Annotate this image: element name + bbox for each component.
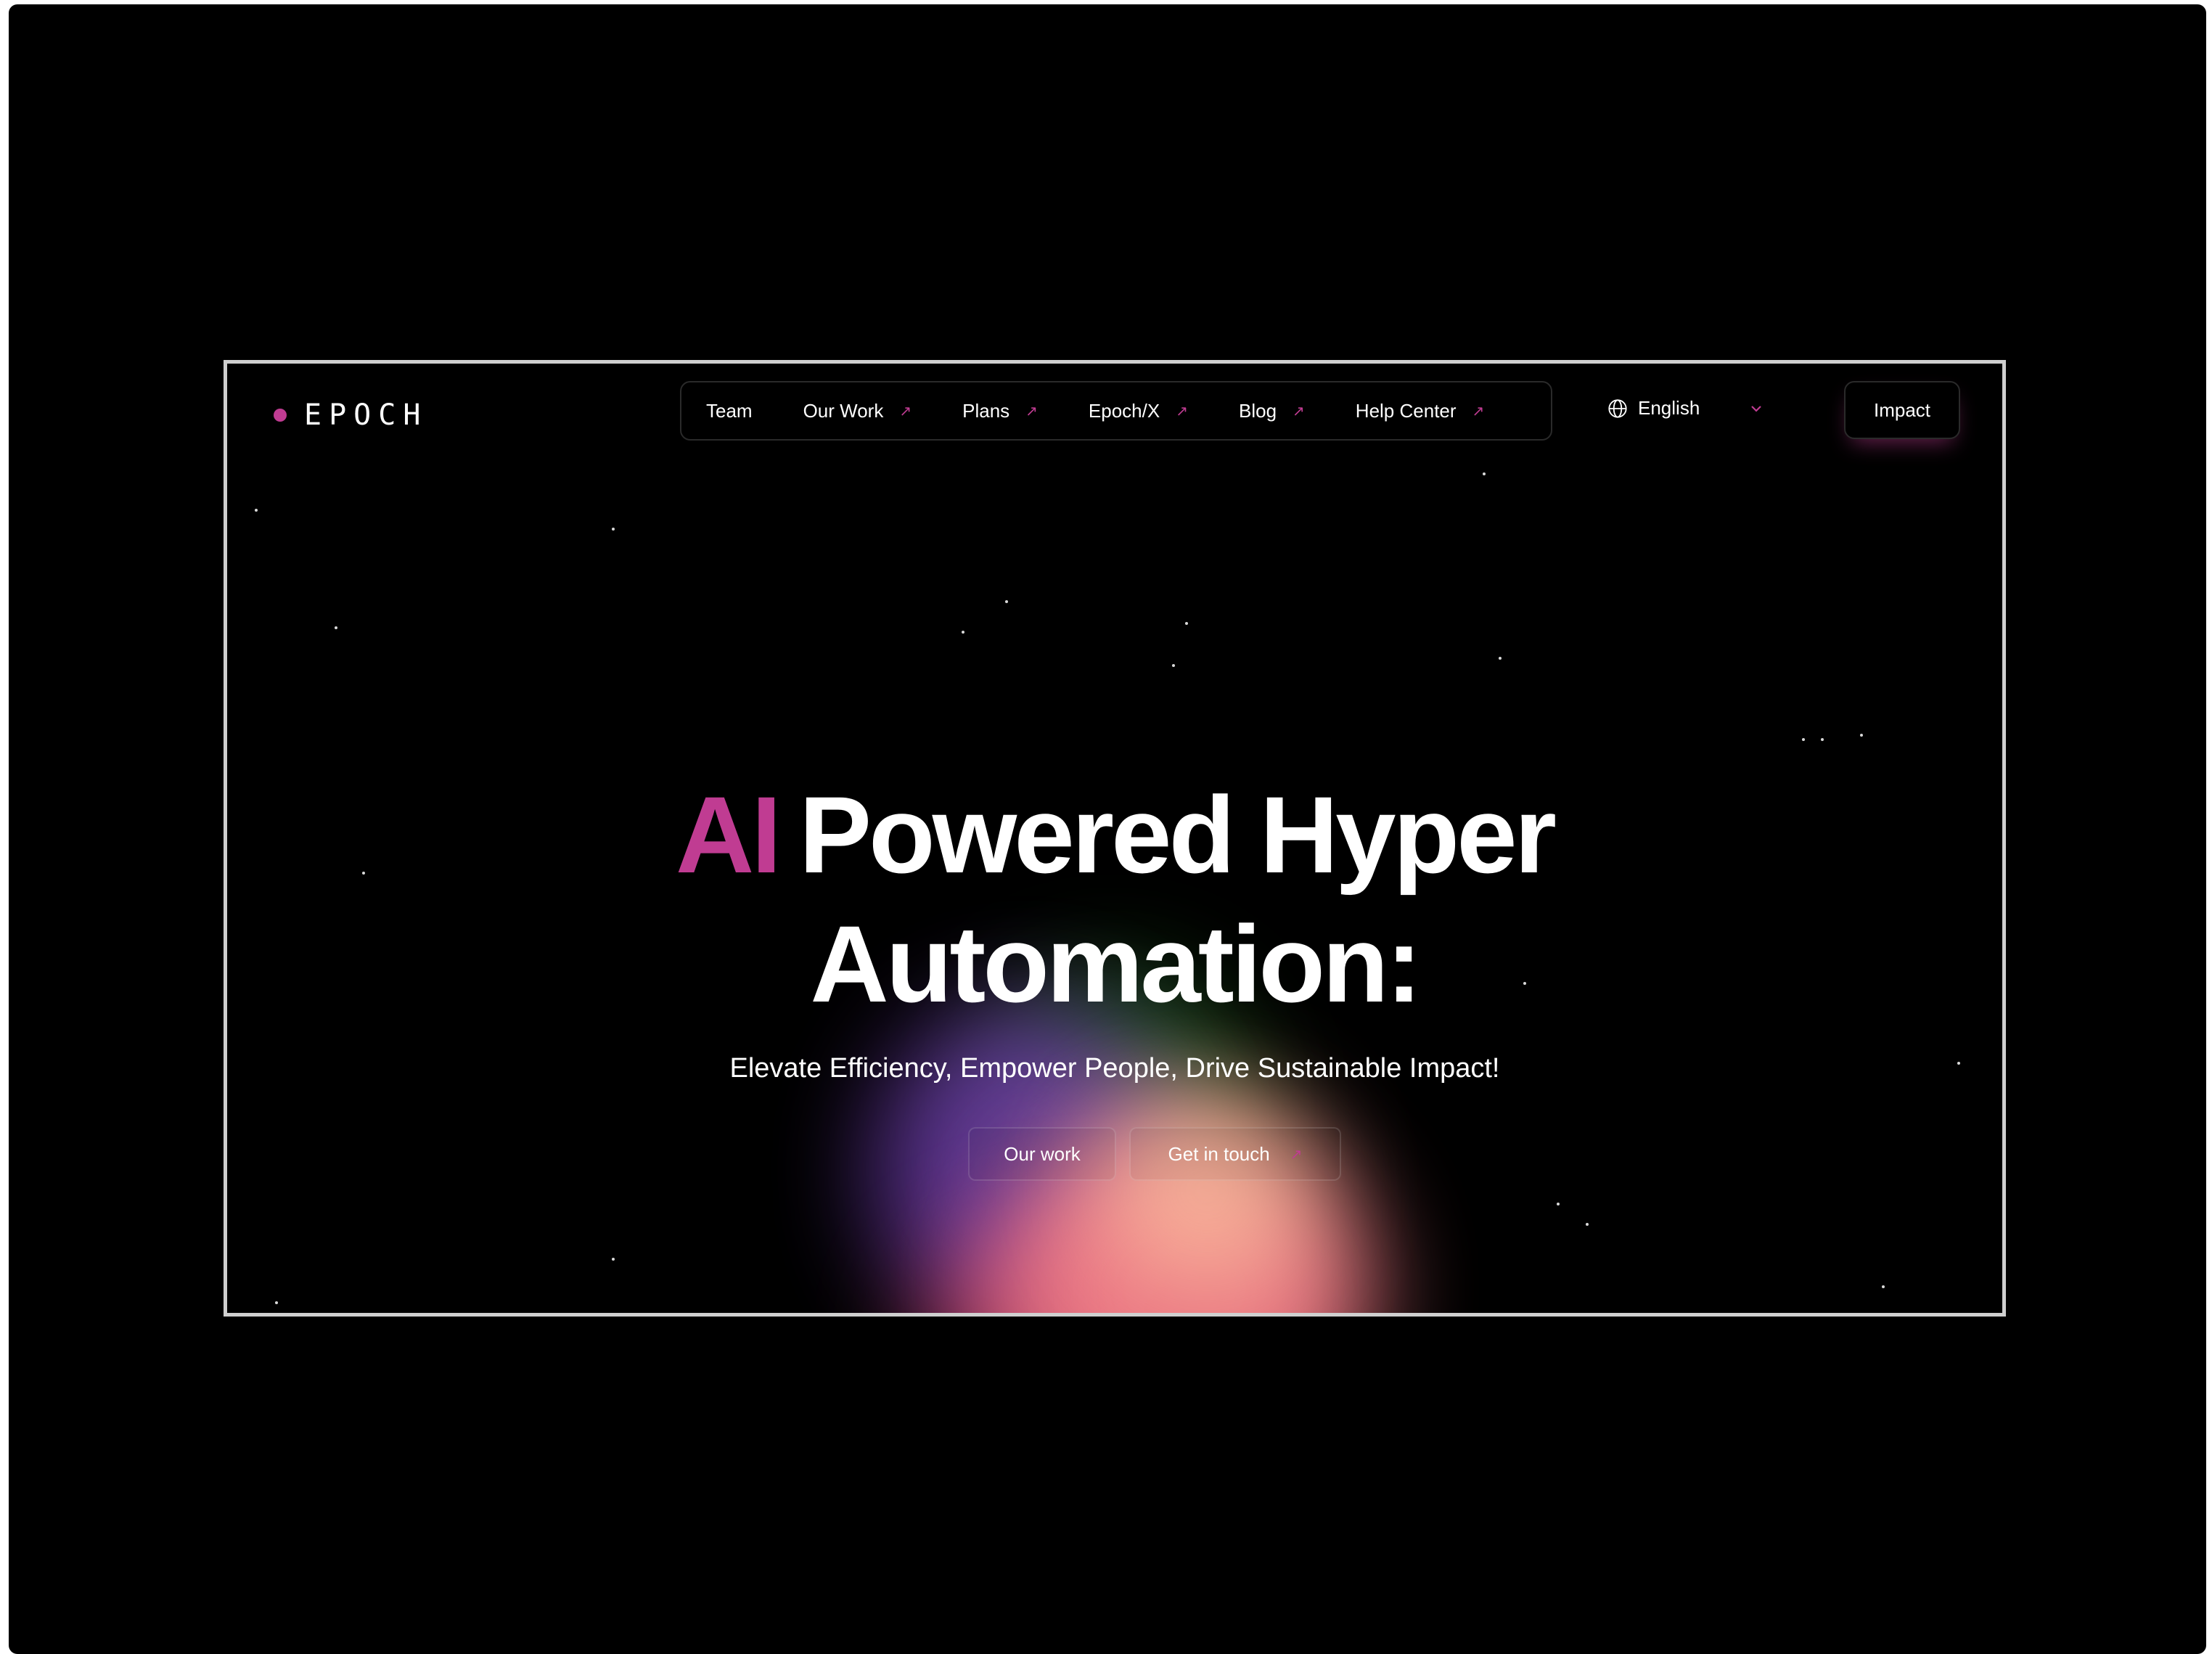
headline-line1: Powered Hyper	[798, 774, 1557, 896]
star	[275, 1301, 278, 1304]
our-work-button[interactable]: Our work	[968, 1127, 1116, 1181]
language-selector[interactable]: English	[1607, 397, 1765, 419]
nav-item-label: Epoch/X	[1088, 399, 1160, 422]
our-work-label: Our work	[1004, 1142, 1081, 1165]
arrow-up-right-icon: ↗	[1176, 403, 1188, 419]
screen-background: EPOCH Team Our Work ↗ Plans ↗ Epoch/X ↗ …	[9, 4, 2206, 1654]
headline-line2: Automation:	[810, 903, 1422, 1025]
nav-item-help-center[interactable]: Help Center ↗	[1356, 400, 1485, 422]
get-in-touch-label: Get in touch	[1168, 1142, 1270, 1165]
nav-item-blog[interactable]: Blog ↗	[1239, 400, 1305, 422]
star	[1499, 657, 1502, 660]
star	[1860, 734, 1863, 737]
gradient-orb-peach	[1098, 1089, 1316, 1293]
star	[612, 1258, 615, 1261]
impact-button[interactable]: Impact	[1844, 381, 1960, 439]
star	[1005, 600, 1008, 603]
logo-text: EPOCH	[304, 398, 428, 432]
logo[interactable]: EPOCH	[274, 398, 427, 432]
star	[1557, 1203, 1560, 1205]
star	[962, 631, 964, 634]
star	[255, 509, 258, 512]
nav-item-label: Our Work	[803, 399, 884, 422]
get-in-touch-button[interactable]: Get in touch ↗	[1129, 1127, 1341, 1181]
hero-cta-row: Our work Get in touch ↗	[227, 1127, 2002, 1181]
arrow-up-right-icon: ↗	[1293, 403, 1305, 419]
star	[1821, 738, 1824, 741]
headline-highlight: AI	[675, 774, 782, 896]
star	[1586, 1223, 1589, 1226]
star	[1882, 1285, 1885, 1288]
nav-item-epoch-x[interactable]: Epoch/X ↗	[1089, 400, 1188, 422]
arrow-up-right-icon: ↗	[1290, 1146, 1303, 1163]
hero-headline: AI Powered Hyper Automation:	[227, 770, 2002, 1028]
nav-item-plans[interactable]: Plans ↗	[962, 400, 1038, 422]
website-frame: EPOCH Team Our Work ↗ Plans ↗ Epoch/X ↗ …	[224, 360, 2006, 1317]
star	[1802, 738, 1805, 741]
hero-section: AI Powered Hyper Automation: Elevate Effi…	[227, 770, 2002, 1084]
nav-item-team[interactable]: Team	[706, 400, 753, 422]
nav-item-label: Team	[706, 399, 753, 422]
logo-dot-icon	[274, 409, 287, 422]
arrow-up-right-icon: ↗	[899, 403, 912, 419]
main-nav: Team Our Work ↗ Plans ↗ Epoch/X ↗ Blog ↗…	[680, 381, 1552, 441]
star	[1185, 622, 1188, 625]
star	[1172, 664, 1175, 667]
hero-subtitle: Elevate Efficiency, Empower People, Driv…	[729, 1053, 1500, 1084]
language-label: English	[1638, 397, 1700, 419]
chevron-down-icon	[1751, 405, 1762, 412]
star	[612, 528, 615, 531]
arrow-up-right-icon: ↗	[1025, 403, 1038, 419]
star	[335, 626, 337, 629]
nav-item-label: Plans	[962, 399, 1010, 422]
nav-item-label: Blog	[1238, 399, 1277, 422]
arrow-up-right-icon: ↗	[1472, 403, 1485, 419]
nav-item-our-work[interactable]: Our Work ↗	[803, 400, 912, 422]
globe-icon	[1608, 398, 1627, 418]
star	[1483, 472, 1486, 475]
nav-item-label: Help Center	[1355, 399, 1457, 422]
